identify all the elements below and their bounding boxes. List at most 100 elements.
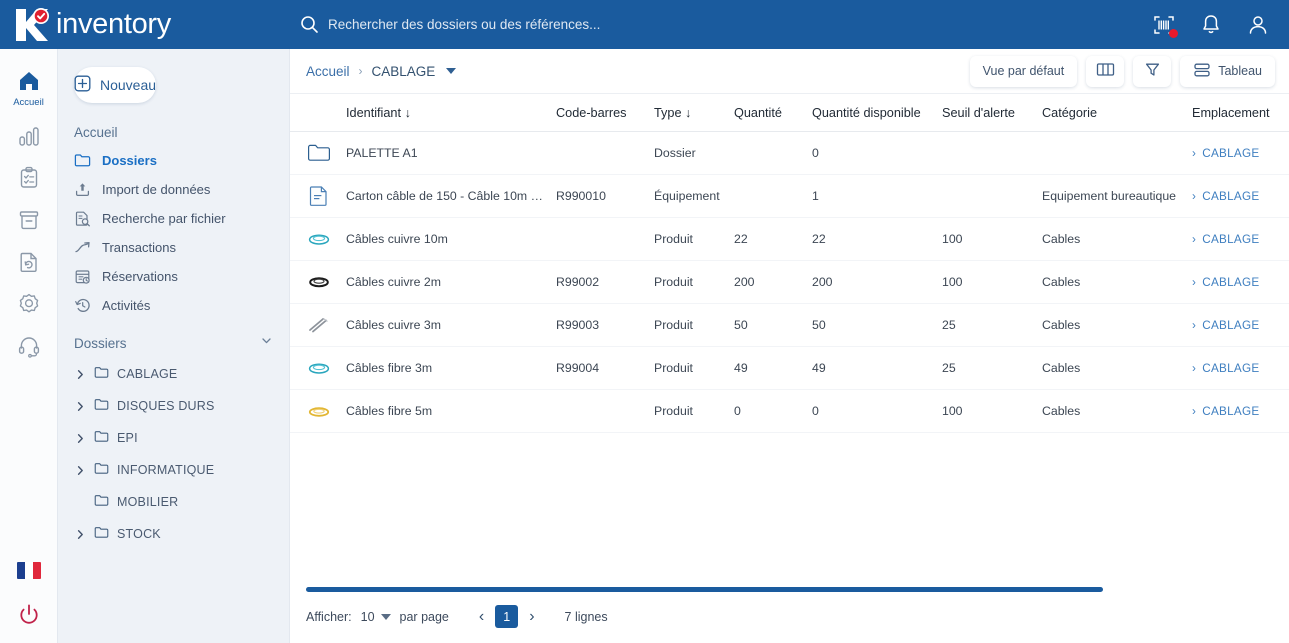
location-link[interactable]: › CABLAGE — [1192, 276, 1289, 289]
cell-emplacement[interactable]: › CABLAGE — [1186, 303, 1289, 347]
rail-item-support[interactable] — [6, 332, 52, 360]
notifications-bell-icon[interactable] — [1198, 12, 1224, 38]
location-link[interactable]: › CABLAGE — [1192, 190, 1289, 203]
location-link[interactable]: › CABLAGE — [1192, 405, 1289, 418]
cell-emplacement[interactable]: › CABLAGE — [1186, 174, 1289, 218]
breadcrumb-item-cablage[interactable]: CABLAGE — [372, 64, 436, 79]
sidebar-item-label: Activités — [102, 298, 151, 313]
cell-quantite-disponible: 49 — [806, 346, 936, 390]
page-size-select[interactable]: 10 — [361, 610, 391, 624]
table-row[interactable]: Câbles fibre 5m Produit 0 0 100 Cables ›… — [290, 389, 1289, 433]
logo[interactable]: inventory — [0, 0, 290, 49]
chevron-down-icon[interactable] — [260, 334, 273, 352]
breadcrumb-item-accueil[interactable]: Accueil — [306, 64, 350, 79]
horizontal-scrollbar[interactable] — [306, 587, 1103, 592]
cell-categorie: Cables — [1036, 303, 1186, 347]
filter-button[interactable] — [1133, 55, 1172, 87]
folder-tree-item-disques-durs[interactable]: DISQUES DURS — [58, 390, 289, 422]
table-row[interactable]: Câbles cuivre 3m R99003 Produit 50 50 25… — [290, 303, 1289, 347]
column-header-identifiant[interactable]: Identifiant ↓ — [340, 94, 550, 132]
table-row[interactable]: Câbles fibre 3m R99004 Produit 49 49 25 … — [290, 346, 1289, 390]
next-page-button[interactable]: › — [526, 608, 537, 626]
sidebar-item-transactions[interactable]: Transactions — [58, 233, 289, 262]
sidebar-section-accueil: Accueil — [74, 125, 118, 140]
cell-emplacement[interactable]: › CABLAGE — [1186, 346, 1289, 390]
cell-quantite — [728, 174, 806, 218]
cell-type: Équipement — [648, 174, 728, 218]
column-header-type[interactable]: Type ↓ — [648, 94, 728, 132]
sidebar-item-reservations[interactable]: Réservations — [58, 262, 289, 291]
cell-identifiant[interactable]: PALETTE A1 — [340, 131, 550, 175]
location-link[interactable]: › CABLAGE — [1192, 233, 1289, 246]
column-header-categorie[interactable]: Catégorie — [1036, 94, 1186, 132]
cell-code-barres: R99003 — [550, 303, 648, 347]
rail-item-statistiques[interactable] — [6, 122, 52, 150]
cell-seuil-alerte: 25 — [936, 346, 1036, 390]
table-footer: Afficher: 10 par page ‹ 1 › 7 lignes — [290, 587, 1289, 643]
rail-item-inventaires[interactable] — [6, 164, 52, 192]
column-header-seuil-alerte[interactable]: Seuil d'alerte — [936, 94, 1036, 132]
search-input[interactable] — [328, 17, 748, 32]
chevron-right-icon[interactable] — [74, 401, 86, 412]
column-header-quantite[interactable]: Quantité — [728, 94, 806, 132]
cell-identifiant[interactable]: Câbles cuivre 2m — [340, 260, 550, 304]
sidebar-item-recherche-par-fichier[interactable]: Recherche par fichier — [58, 204, 289, 233]
cell-seuil-alerte — [936, 131, 1036, 175]
cell-identifiant[interactable]: Câbles cuivre 10m — [340, 217, 550, 261]
cell-emplacement[interactable]: › CABLAGE — [1186, 260, 1289, 304]
chevron-right-icon[interactable] — [74, 369, 86, 380]
folder-tree-item-informatique[interactable]: INFORMATIQUE — [58, 454, 289, 486]
location-link[interactable]: › CABLAGE — [1192, 147, 1289, 160]
breadcrumb-dropdown-caret-icon[interactable] — [446, 68, 457, 74]
sidebar-folders-header[interactable]: Dossiers — [58, 334, 289, 358]
location-link[interactable]: › CABLAGE — [1192, 319, 1289, 332]
prev-page-button[interactable]: ‹ — [476, 608, 487, 626]
folder-tree-item-cablage[interactable]: CABLAGE — [58, 358, 289, 390]
column-header-emplacement[interactable]: Emplacement — [1186, 94, 1289, 132]
folder-tree-item-mobilier[interactable]: MOBILIER — [58, 486, 289, 518]
location-link[interactable]: › CABLAGE — [1192, 362, 1289, 375]
table-row[interactable]: PALETTE A1 Dossier 0 › CABLAGE — [290, 131, 1289, 175]
table-row[interactable]: Carton câble de 150 - Câble 10m fibre R9… — [290, 174, 1289, 218]
table-view-button[interactable]: Tableau — [1180, 55, 1275, 87]
default-view-button[interactable]: Vue par défaut — [969, 55, 1078, 87]
cell-emplacement[interactable]: › CABLAGE — [1186, 131, 1289, 175]
columns-button[interactable] — [1086, 55, 1125, 87]
rail-item-documents[interactable] — [6, 248, 52, 276]
cable-coil-teal-icon — [306, 357, 332, 379]
column-header-quantite-disponible[interactable]: Quantité disponible — [806, 94, 936, 132]
rail-item-stock[interactable] — [6, 206, 52, 234]
column-label: Emplacement — [1192, 106, 1270, 120]
new-button[interactable]: Nouveau — [74, 67, 157, 103]
global-search[interactable] — [290, 15, 1151, 34]
cell-type: Produit — [648, 217, 728, 261]
cell-emplacement[interactable]: › CABLAGE — [1186, 389, 1289, 433]
sidebar-item-dossiers[interactable]: Dossiers — [58, 146, 289, 175]
user-account-icon[interactable] — [1245, 12, 1271, 38]
chevron-right-icon[interactable] — [74, 529, 86, 540]
table-row[interactable]: Câbles cuivre 10m Produit 22 22 100 Cabl… — [290, 217, 1289, 261]
chevron-right-icon[interactable] — [74, 465, 86, 476]
chevron-right-icon[interactable] — [74, 433, 86, 444]
folder-tree-item-stock[interactable]: STOCK — [58, 518, 289, 550]
column-label: Catégorie — [1042, 106, 1098, 120]
table-view-label: Tableau — [1218, 64, 1262, 78]
cell-identifiant[interactable]: Câbles fibre 5m — [340, 389, 550, 433]
folder-tree-item-epi[interactable]: EPI — [58, 422, 289, 454]
column-header-code-barres[interactable]: Code-barres — [550, 94, 648, 132]
cell-identifiant[interactable]: Câbles cuivre 3m — [340, 303, 550, 347]
cell-emplacement[interactable]: › CABLAGE — [1186, 217, 1289, 261]
cell-identifiant[interactable]: Carton câble de 150 - Câble 10m fibre — [340, 174, 550, 218]
sidebar-item-label: Transactions — [102, 240, 176, 255]
location-label: CABLAGE — [1202, 404, 1260, 418]
power-icon[interactable] — [15, 601, 43, 629]
table-row[interactable]: Câbles cuivre 2m R99002 Produit 200 200 … — [290, 260, 1289, 304]
cell-identifiant[interactable]: Câbles fibre 3m — [340, 346, 550, 390]
sidebar-item-import-de-donnees[interactable]: Import de données — [58, 175, 289, 204]
language-flag-fr-icon[interactable] — [16, 562, 41, 579]
rail-item-parametres[interactable] — [6, 290, 52, 318]
sidebar-item-activites[interactable]: Activités — [58, 291, 289, 320]
barcode-scan-icon[interactable] — [1151, 12, 1178, 38]
rail-item-accueil[interactable]: Accueil — [6, 67, 52, 108]
page-number-1[interactable]: 1 — [495, 605, 519, 628]
